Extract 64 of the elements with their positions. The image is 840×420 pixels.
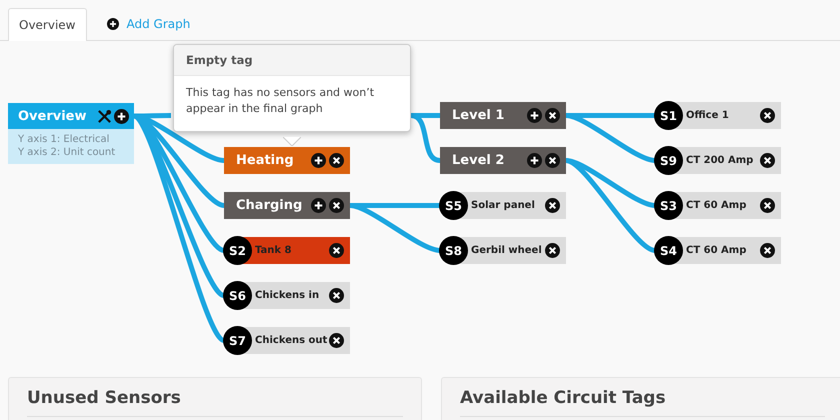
sensor-node[interactable]: S1 Office 1 [655, 102, 781, 129]
tooltip-arrow [283, 137, 301, 146]
close-icon[interactable] [329, 153, 344, 168]
tab[interactable]: Overview [8, 8, 86, 41]
tag-label: Charging [236, 198, 304, 213]
plus-icon[interactable] [527, 108, 542, 123]
close-icon[interactable] [329, 333, 344, 348]
sensor-node[interactable]: S5 Solar panel [440, 192, 566, 219]
close-icon[interactable] [760, 198, 775, 213]
sensor-badge: S2 [223, 236, 252, 265]
tag-node[interactable]: Charging [224, 192, 350, 219]
sensor-badge: S6 [223, 281, 252, 310]
close-icon[interactable] [545, 243, 560, 258]
sensor-label: CT 200 Amp [685, 155, 754, 166]
panel-title: Unused Sensors [27, 388, 181, 408]
sensor-node[interactable]: S2 Tank 8 [224, 237, 350, 264]
axis-label: Y axis 2: Unit count [18, 146, 116, 159]
tag-node[interactable]: Level 1 [440, 102, 566, 129]
plus-icon[interactable] [527, 153, 542, 168]
sensor-node[interactable]: S9 CT 200 Amp [655, 147, 781, 174]
sensor-node[interactable]: S6 Chickens in [224, 282, 350, 309]
close-icon[interactable] [760, 243, 775, 258]
sensor-badge: S4 [654, 236, 683, 265]
sensor-label: Chickens out [254, 335, 328, 346]
close-icon[interactable] [545, 198, 560, 213]
sensor-badge: S3 [654, 191, 683, 220]
close-icon[interactable] [329, 198, 344, 213]
tooltip-title: Empty tag [174, 45, 410, 76]
close-icon[interactable] [760, 108, 775, 123]
plus-icon[interactable] [114, 108, 129, 124]
root-node-title: Overview [18, 108, 88, 124]
panel-title: Available Circuit Tags [460, 388, 666, 408]
close-icon[interactable] [329, 288, 344, 303]
sensor-label: Tank 8 [254, 245, 292, 256]
axis-label: Y axis 1: Electrical [18, 133, 110, 146]
tag-label: Heating [236, 153, 295, 168]
tag-node[interactable]: Heating [224, 147, 350, 174]
close-icon[interactable] [329, 243, 344, 258]
sensor-label: Solar panel [470, 200, 536, 211]
tools-icon[interactable] [97, 108, 112, 124]
sensor-label: Chickens in [254, 290, 320, 301]
tag-node[interactable]: Level 2 [440, 147, 566, 174]
sensor-badge: S8 [439, 236, 468, 265]
sensor-badge: S1 [654, 101, 683, 130]
tag-label: Level 2 [452, 153, 506, 168]
close-icon[interactable] [545, 108, 560, 123]
tag-label: Level 1 [452, 108, 506, 123]
sensor-node[interactable]: S7 Chickens out [224, 327, 350, 354]
plus-icon[interactable] [311, 198, 326, 213]
plus-icon[interactable] [106, 18, 118, 30]
sensor-badge: S7 [223, 326, 252, 355]
sensor-label: CT 60 Amp [685, 245, 748, 256]
sensor-node[interactable]: S3 CT 60 Amp [655, 192, 781, 219]
sensor-node[interactable]: S8 Gerbil wheel [440, 237, 566, 264]
close-icon[interactable] [760, 153, 775, 168]
sensor-label: CT 60 Amp [685, 200, 748, 211]
plus-icon[interactable] [311, 153, 326, 168]
sensor-node[interactable]: S4 CT 60 Amp [655, 237, 781, 264]
sensor-badge: S9 [654, 146, 683, 175]
close-icon[interactable] [545, 153, 560, 168]
sensor-label: Gerbil wheel [470, 245, 543, 256]
sensor-badge: S5 [439, 191, 468, 220]
sensor-label: Office 1 [685, 110, 730, 121]
tooltip-text: This tag has no sensors and won’t appear in the final graph [185, 85, 376, 117]
